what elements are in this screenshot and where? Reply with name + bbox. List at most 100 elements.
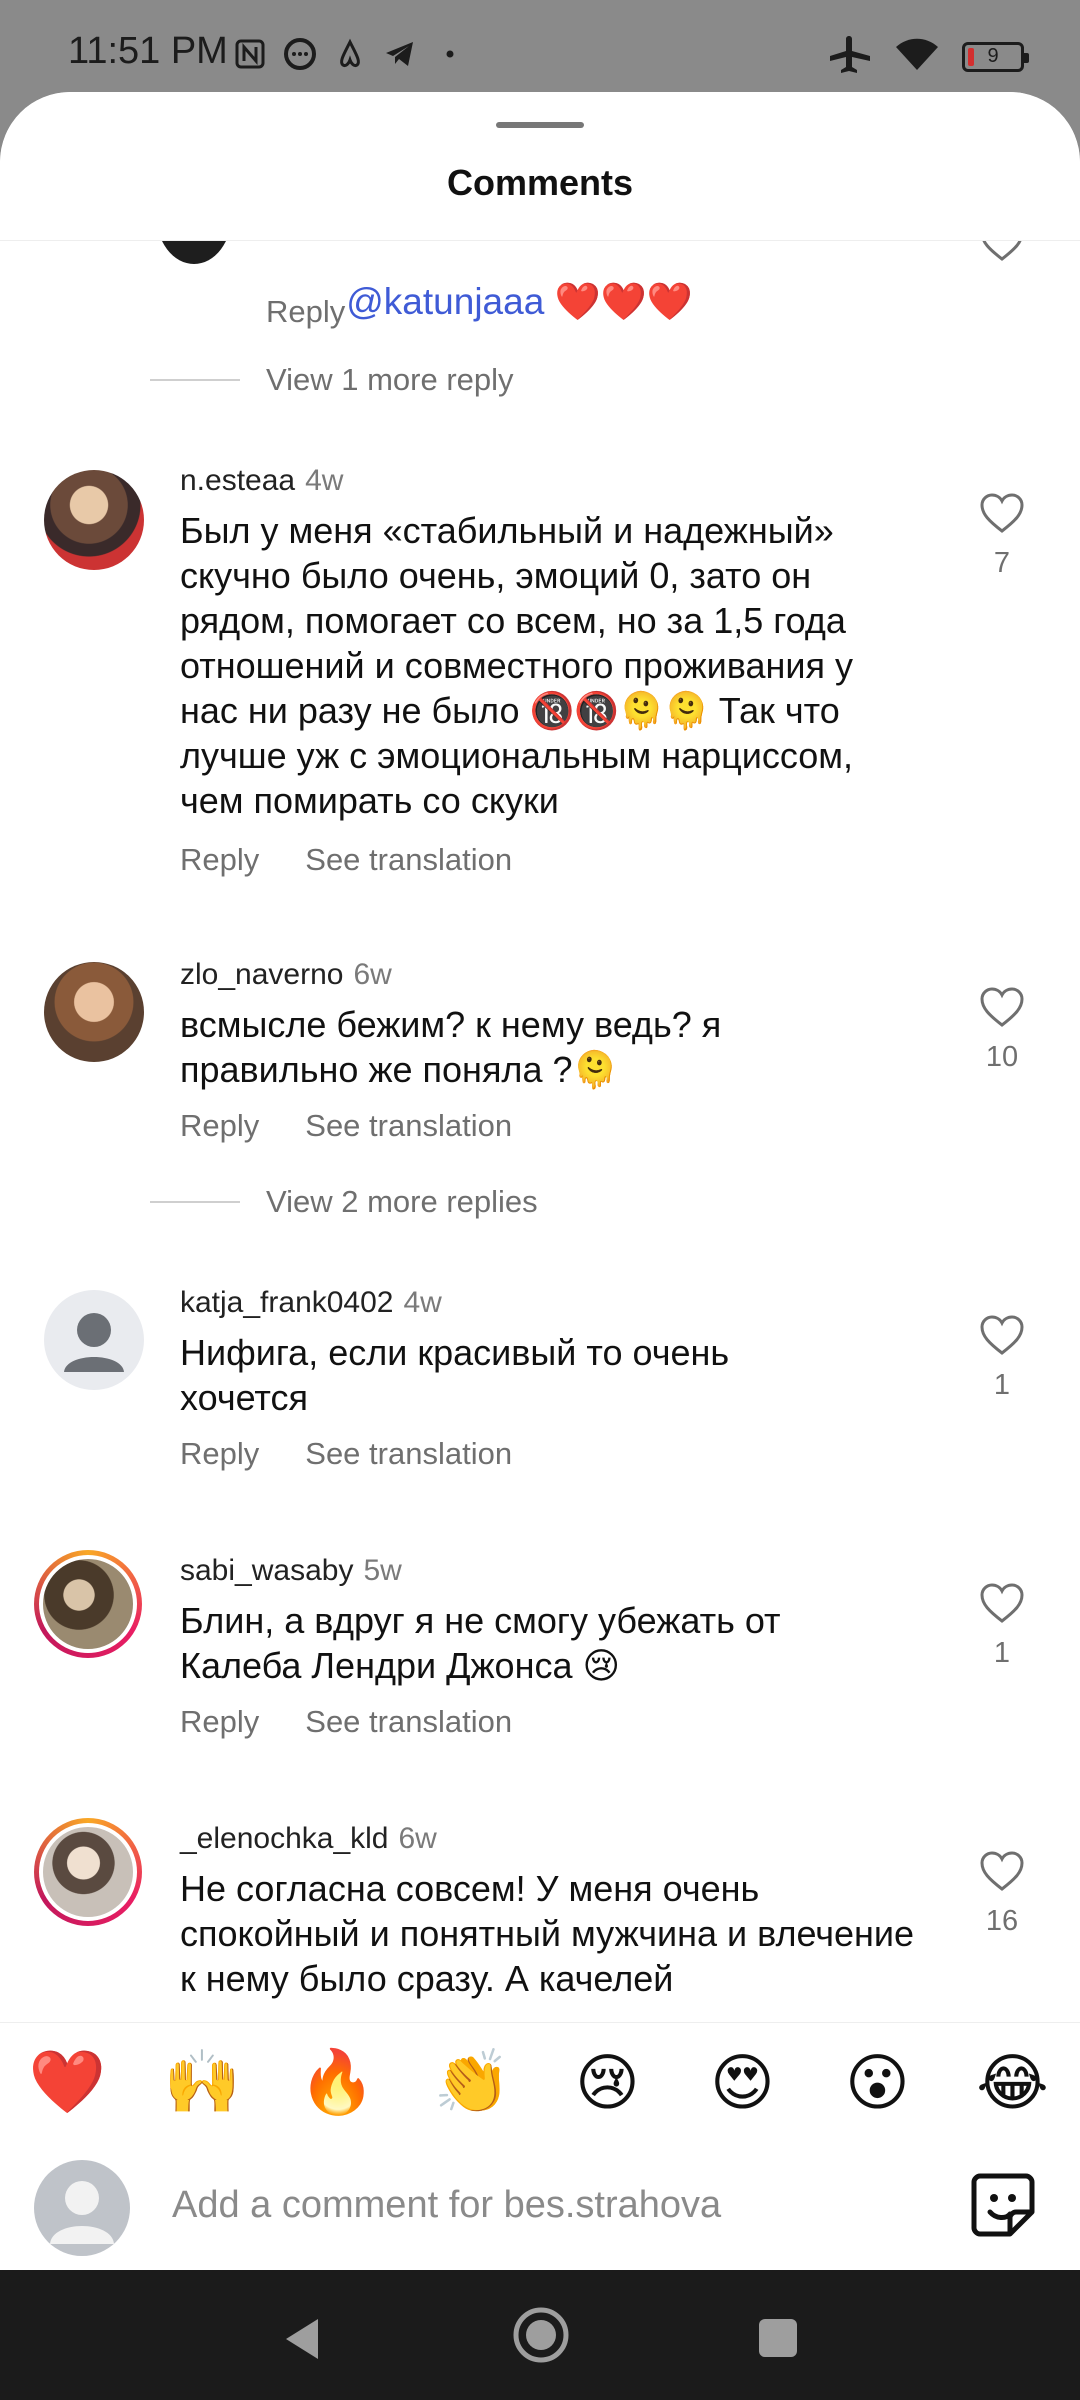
like-button[interactable] bbox=[962, 240, 1042, 267]
like-count: 16 bbox=[985, 1905, 1019, 1937]
reaction-heart[interactable]: ❤️ bbox=[18, 2046, 118, 2119]
avatar[interactable] bbox=[34, 1818, 142, 1926]
avatar[interactable] bbox=[44, 470, 144, 570]
battery-indicator: 9 bbox=[962, 41, 1029, 72]
heart-icon bbox=[981, 240, 1023, 261]
username[interactable]: _elenochka_kld bbox=[180, 1822, 389, 1855]
my-avatar bbox=[34, 2160, 130, 2256]
divider-line bbox=[150, 1201, 240, 1203]
see-translation-button[interactable]: See translation bbox=[305, 1704, 512, 1740]
comment-username[interactable]: n.esteaa 4w bbox=[180, 464, 343, 498]
comment-actions: Reply bbox=[266, 294, 345, 330]
avatar-photo bbox=[39, 1823, 137, 1921]
reaction-surprised[interactable]: 😮 bbox=[828, 2046, 928, 2119]
reaction-laughing[interactable]: 😂 bbox=[963, 2046, 1063, 2119]
reply-button[interactable]: Reply bbox=[266, 294, 345, 330]
comment-time: 6w bbox=[353, 958, 392, 991]
comment-text: @katunjaaa ❤️❤️❤️ bbox=[264, 240, 1064, 369]
reaction-crying[interactable]: 😢 bbox=[558, 2046, 658, 2119]
home-icon bbox=[513, 2307, 569, 2363]
messenger-icon bbox=[282, 36, 318, 72]
see-translation-button[interactable]: See translation bbox=[305, 1436, 512, 1472]
like-count: 10 bbox=[985, 1041, 1019, 1073]
like-button[interactable]: 16 bbox=[962, 1850, 1042, 1938]
reaction-heart-eyes[interactable]: 😍 bbox=[693, 2046, 793, 2119]
quick-reactions-bar: ❤️ 🙌 🔥 👏 😢 😍 😮 😂 bbox=[0, 2022, 1080, 2141]
comment-username[interactable]: zlo_naverno 6w bbox=[180, 958, 392, 992]
username[interactable]: katja_frank0402 bbox=[180, 1286, 394, 1319]
wifi-icon bbox=[894, 36, 940, 77]
view-more-label: View 1 more reply bbox=[266, 362, 514, 397]
comment-username[interactable]: katja_frank0402 4w bbox=[180, 1286, 442, 1320]
reply-button[interactable]: Reply bbox=[180, 1436, 259, 1472]
reply-button[interactable]: Reply bbox=[180, 1704, 259, 1740]
back-icon bbox=[286, 2319, 318, 2359]
like-count: 7 bbox=[993, 547, 1011, 579]
telegram-icon bbox=[382, 36, 418, 72]
avatar-photo bbox=[39, 1555, 137, 1653]
drag-handle[interactable] bbox=[496, 122, 584, 128]
avatar[interactable] bbox=[44, 1290, 144, 1390]
comment-actions: Reply See translation bbox=[180, 1704, 512, 1740]
comment-actions: Reply See translation bbox=[180, 842, 512, 878]
username[interactable]: sabi_wasaby bbox=[180, 1554, 353, 1587]
see-translation-button[interactable]: See translation bbox=[305, 1108, 512, 1144]
hearts-emoji: ❤️❤️❤️ bbox=[554, 281, 693, 322]
recents-button[interactable] bbox=[758, 2318, 798, 2363]
username[interactable]: zlo_naverno bbox=[180, 958, 343, 991]
sheet-header: Comments bbox=[0, 92, 1080, 241]
comment-text: Не согласна совсем! У меня очень спокойн… bbox=[180, 1868, 925, 1999]
like-button[interactable]: 1 bbox=[962, 1314, 1042, 1402]
heart-icon bbox=[980, 1315, 1024, 1355]
sheet-title: Comments bbox=[446, 162, 634, 203]
system-navigation-bar bbox=[0, 2270, 1080, 2400]
heart-icon bbox=[980, 493, 1024, 533]
comment-username[interactable]: sabi_wasaby 5w bbox=[180, 1554, 402, 1588]
status-left-icons bbox=[232, 36, 468, 72]
comment-actions: Reply See translation bbox=[180, 1436, 512, 1472]
like-button[interactable]: 7 bbox=[962, 492, 1042, 580]
comment-input[interactable]: Add a comment for bes.strahova bbox=[172, 2184, 721, 2227]
comment-time: 5w bbox=[363, 1554, 402, 1587]
reaction-clap[interactable]: 👏 bbox=[423, 2046, 523, 2119]
reaction-raised-hands[interactable]: 🙌 bbox=[153, 2046, 253, 2119]
back-button[interactable] bbox=[282, 2316, 322, 2367]
airbnb-icon bbox=[332, 36, 368, 72]
view-more-replies[interactable]: View 2 more replies bbox=[150, 1184, 538, 1220]
username[interactable]: n.esteaa bbox=[180, 464, 295, 497]
more-notifications-icon bbox=[432, 36, 468, 72]
mention-link[interactable]: @katunjaaa bbox=[346, 281, 544, 322]
home-button[interactable] bbox=[512, 2306, 570, 2369]
like-count: 1 bbox=[993, 1637, 1011, 1669]
status-bar: 11:51 PM 9 bbox=[0, 0, 1080, 92]
view-more-replies[interactable]: View 1 more reply bbox=[150, 362, 514, 398]
see-translation-button[interactable]: See translation bbox=[305, 842, 512, 878]
battery-level: 9 bbox=[987, 45, 999, 67]
airplane-icon bbox=[828, 34, 872, 79]
comment-text: Нифига, если красивый то очень хочется bbox=[180, 1332, 740, 1418]
like-button[interactable]: 1 bbox=[962, 1582, 1042, 1670]
sticker-button[interactable] bbox=[970, 2172, 1036, 2238]
comment-time: 4w bbox=[305, 464, 344, 497]
like-button[interactable]: 10 bbox=[962, 986, 1042, 1074]
reply-button[interactable]: Reply bbox=[180, 1108, 259, 1144]
comment-actions: Reply See translation bbox=[180, 1108, 512, 1144]
status-right-icons: 9 bbox=[828, 34, 1029, 79]
comment-username[interactable]: _elenochka_kld 6w bbox=[180, 1822, 437, 1856]
avatar[interactable] bbox=[156, 240, 232, 264]
avatar[interactable] bbox=[34, 1550, 142, 1658]
avatar[interactable] bbox=[44, 962, 144, 1062]
like-count: 1 bbox=[993, 1369, 1011, 1401]
reply-button[interactable]: Reply bbox=[180, 842, 259, 878]
comments-list[interactable]: @katunjaaa ❤️❤️❤️ Reply View 1 more repl… bbox=[0, 240, 1080, 2114]
sticker-icon bbox=[971, 2173, 1035, 2237]
comment-time: 6w bbox=[398, 1822, 437, 1855]
heart-icon bbox=[980, 987, 1024, 1027]
reaction-fire[interactable]: 🔥 bbox=[288, 2046, 388, 2119]
heart-icon bbox=[980, 1851, 1024, 1891]
comment-composer: Add a comment for bes.strahova bbox=[0, 2140, 1080, 2270]
status-time: 11:51 PM bbox=[68, 30, 228, 72]
heart-icon bbox=[980, 1583, 1024, 1623]
comment-text: всмысле бежим? к нему ведь? я правильно … bbox=[180, 1004, 732, 1090]
default-user-icon bbox=[64, 1313, 124, 1372]
